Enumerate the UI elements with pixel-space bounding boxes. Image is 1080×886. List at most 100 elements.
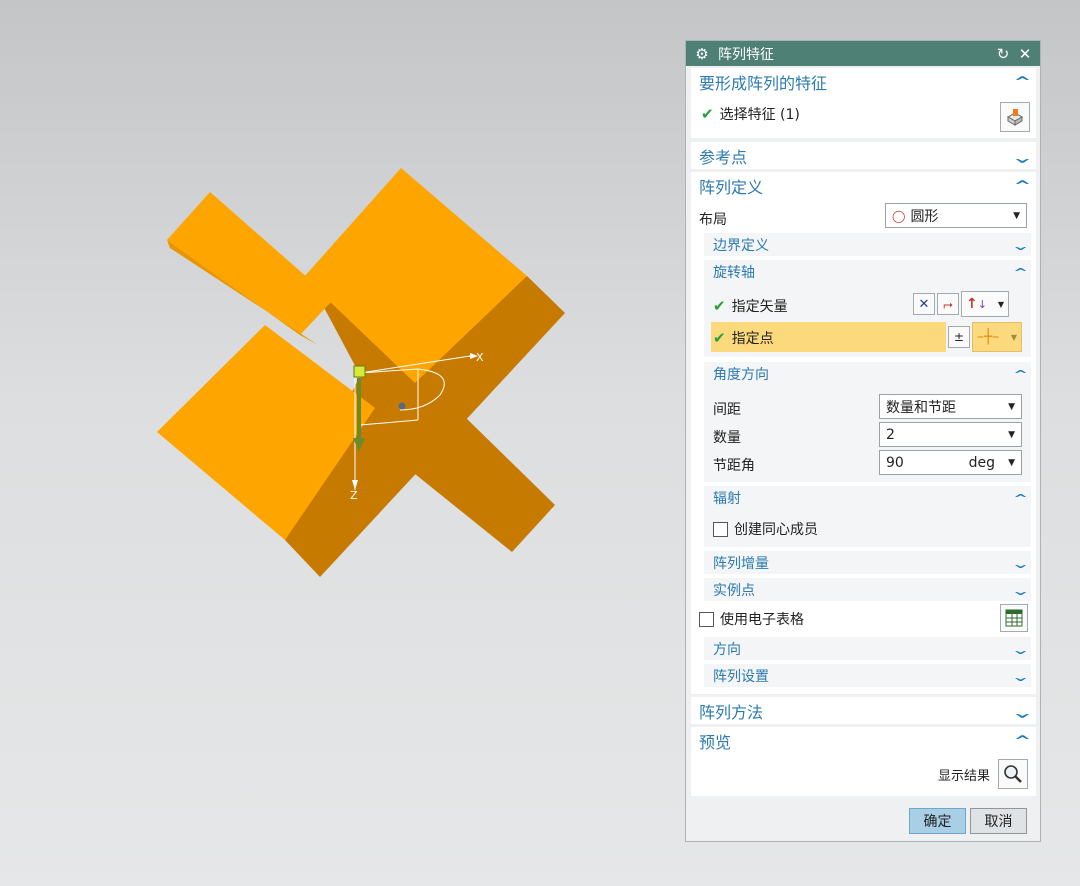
count-label: 数量 xyxy=(713,430,741,446)
magnifier-icon xyxy=(1004,765,1022,783)
use-spreadsheet-label: 使用电子表格 xyxy=(720,612,804,628)
chevron-up-icon: ^ xyxy=(1013,733,1032,749)
dropdown-arrow-icon: ▼ xyxy=(1013,210,1020,221)
rotation-axis-header[interactable]: 旋转轴 ^ xyxy=(704,260,1031,284)
vector-down-icon: ↓ xyxy=(977,297,987,311)
pitch-angle-value: 90 xyxy=(886,454,904,471)
feature-select-icon xyxy=(1006,109,1024,126)
reference-point-header[interactable]: 参考点 ^ xyxy=(691,142,1036,170)
orientation-title: 方向 xyxy=(713,642,741,658)
pattern-settings-title: 阵列设置 xyxy=(713,669,769,685)
spreadsheet-icon xyxy=(1005,609,1023,627)
count-input[interactable]: 2 ▼ xyxy=(879,422,1022,447)
graphics-viewport[interactable]: X Z xyxy=(0,0,680,886)
angle-direction-subsection: 角度方向 ^ 间距 数量和节距 ▼ 数量 2 ▼ 节距角 90 deg ▼ xyxy=(704,361,1031,482)
pattern-increment-subsection: 阵列增量 ^ xyxy=(704,550,1031,574)
reverse-icon: ✕ xyxy=(918,296,930,312)
orientation-subsection: 方向 ^ xyxy=(704,636,1031,660)
chevron-down-icon: ^ xyxy=(1013,583,1028,597)
layout-select[interactable]: ◯ 圆形 ▼ xyxy=(885,203,1027,228)
instance-points-subsection: 实例点 ^ xyxy=(704,577,1031,601)
pattern-method-section: 阵列方法 ^ xyxy=(691,697,1036,724)
cancel-button[interactable]: 取消 xyxy=(970,808,1027,834)
ok-button[interactable]: 确定 xyxy=(909,808,966,834)
point-handle[interactable] xyxy=(398,402,406,410)
preview-header[interactable]: 预览 ^ xyxy=(691,727,1036,755)
use-spreadsheet-checkbox[interactable] xyxy=(699,611,714,627)
vector-dialog-button[interactable]: ⮣ xyxy=(937,293,959,315)
show-result-button[interactable] xyxy=(998,759,1028,789)
chevron-up-icon: ^ xyxy=(1013,178,1032,194)
pattern-definition-header[interactable]: 阵列定义 ^ xyxy=(691,172,1036,200)
check-icon: ✔ xyxy=(713,297,726,315)
dropdown-arrow-icon: ▼ xyxy=(1008,457,1015,468)
specify-point-label: 指定点 xyxy=(731,331,774,347)
vector-icon: ⮣ xyxy=(943,296,953,311)
vector-type-select[interactable]: ↑ ↓ ▼ xyxy=(961,291,1009,317)
instance-points-title: 实例点 xyxy=(713,583,755,599)
dialog-title: 阵列特征 xyxy=(718,46,774,63)
chevron-up-icon: ^ xyxy=(1013,74,1032,90)
pattern-settings-header[interactable]: 阵列设置 ^ xyxy=(704,664,1031,688)
reset-icon[interactable]: ↻ xyxy=(996,45,1010,63)
instance-points-header[interactable]: 实例点 ^ xyxy=(704,578,1031,602)
pitch-angle-label: 节距角 xyxy=(713,458,755,474)
gear-icon: ⚙ xyxy=(695,44,709,63)
point-crosshair-icon: –┼– xyxy=(977,329,1000,345)
chevron-up-icon: ^ xyxy=(1013,491,1028,505)
model-view: X Z xyxy=(157,168,565,577)
point-type-select[interactable]: –┼– ▼ xyxy=(972,322,1022,352)
boundary-subsection: 边界定义 ^ xyxy=(704,232,1031,256)
orientation-header[interactable]: 方向 ^ xyxy=(704,637,1031,661)
select-feature-row[interactable]: ✔ 选择特征 (1) xyxy=(701,104,800,124)
pattern-definition-section: 阵列定义 ^ 布局 ◯ 圆形 ▼ 边界定义 ^ 旋转轴 ^ ✔ 指定矢量 ✕ ⮣… xyxy=(691,172,1036,694)
close-icon[interactable]: ✕ xyxy=(1018,45,1032,63)
circular-icon: ◯ xyxy=(892,208,906,223)
show-result-label: 显示结果 xyxy=(938,769,991,784)
spacing-select[interactable]: 数量和节距 ▼ xyxy=(879,394,1022,419)
radiate-subsection: 辐射 ^ 创建同心成员 xyxy=(704,485,1031,547)
dialog-titlebar: ⚙ 阵列特征 ↻ ✕ xyxy=(686,41,1040,66)
z-axis-label: Z xyxy=(350,489,358,502)
point-dialog-button[interactable]: ± xyxy=(948,326,970,348)
reverse-direction-button[interactable]: ✕ xyxy=(913,293,935,315)
reference-point-title: 参考点 xyxy=(699,148,748,167)
vector-up-icon: ↑ xyxy=(966,296,978,312)
pitch-angle-input[interactable]: 90 deg ▼ xyxy=(879,450,1022,475)
pattern-method-header[interactable]: 阵列方法 ^ xyxy=(691,697,1036,725)
origin-handle[interactable] xyxy=(353,365,366,378)
use-spreadsheet-row[interactable]: 使用电子表格 xyxy=(699,609,804,629)
dropdown-arrow-icon: ▼ xyxy=(1010,332,1017,342)
spacing-label: 间距 xyxy=(713,402,741,418)
preview-section: 预览 ^ 显示结果 xyxy=(691,727,1036,796)
radiate-title: 辐射 xyxy=(713,491,741,507)
boundary-title: 边界定义 xyxy=(713,238,769,254)
spacing-value: 数量和节距 xyxy=(886,399,956,416)
boundary-header[interactable]: 边界定义 ^ xyxy=(704,233,1031,257)
dropdown-arrow-icon: ▼ xyxy=(1008,401,1015,412)
create-concentric-row[interactable]: 创建同心成员 xyxy=(713,519,818,539)
radiate-header[interactable]: 辐射 ^ xyxy=(704,486,1031,510)
select-feature-label: 选择特征 (1) xyxy=(719,107,800,123)
chevron-down-icon: ^ xyxy=(1013,238,1028,252)
create-concentric-checkbox[interactable] xyxy=(713,521,728,537)
layout-value: 圆形 xyxy=(910,208,939,225)
specify-point-row[interactable]: ✔ 指定点 xyxy=(711,322,946,352)
pitch-angle-unit: deg xyxy=(968,454,995,471)
chevron-down-icon: ^ xyxy=(1013,703,1032,719)
chevron-down-icon: ^ xyxy=(1013,556,1028,570)
create-concentric-label: 创建同心成员 xyxy=(734,522,818,538)
features-section-header[interactable]: 要形成阵列的特征 ^ xyxy=(691,68,1036,96)
chevron-down-icon: ^ xyxy=(1013,669,1028,683)
pattern-settings-subsection: 阵列设置 ^ xyxy=(704,663,1031,687)
reference-point-section: 参考点 ^ xyxy=(691,142,1036,169)
pattern-increment-header[interactable]: 阵列增量 ^ xyxy=(704,551,1031,575)
select-feature-button[interactable] xyxy=(1000,102,1030,132)
check-icon: ✔ xyxy=(701,105,714,123)
dropdown-arrow-icon: ▼ xyxy=(997,299,1004,309)
preview-title: 预览 xyxy=(699,733,732,752)
specify-vector-row[interactable]: ✔ 指定矢量 xyxy=(713,296,788,316)
angle-direction-header[interactable]: 角度方向 ^ xyxy=(704,362,1031,386)
spreadsheet-button[interactable] xyxy=(1000,604,1028,632)
chevron-up-icon: ^ xyxy=(1013,367,1028,381)
